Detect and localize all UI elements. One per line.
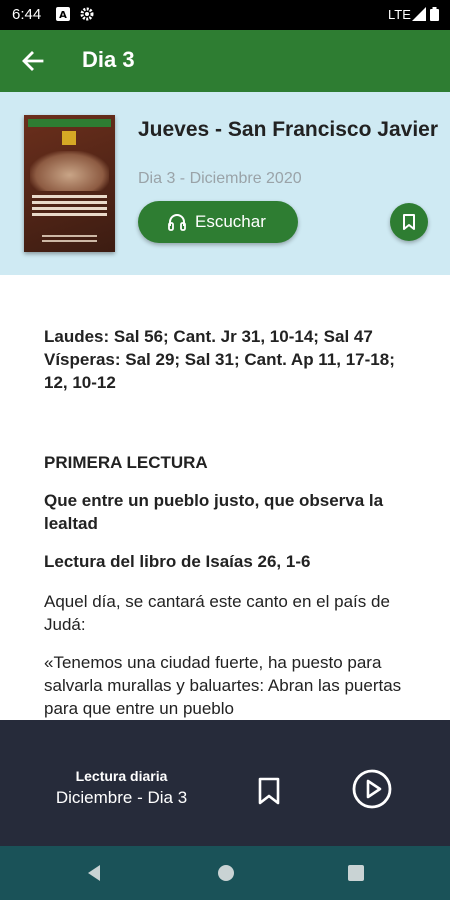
network-type: LTE [388, 7, 411, 22]
listen-button[interactable]: Escuchar [138, 201, 298, 243]
player-title: Lectura diaria [75, 768, 168, 784]
back-arrow-icon[interactable] [20, 48, 46, 74]
status-time: 6:44 [12, 6, 42, 23]
bookmark-icon[interactable] [256, 776, 282, 806]
settings-gear-icon [80, 7, 94, 21]
page-title: Dia 3 [82, 47, 135, 72]
system-nav-bar [0, 846, 450, 900]
bookmark-icon [403, 214, 415, 230]
nav-back-icon[interactable] [85, 863, 105, 883]
section-heading: PRIMERA LECTURA [44, 453, 208, 472]
nav-home-icon[interactable] [216, 863, 236, 883]
audio-player-bar: Lectura diaria Diciembre - Dia 3 [0, 720, 450, 846]
notification-a-icon: A [56, 7, 70, 21]
player-subtitle: Diciembre - Dia 3 [55, 788, 188, 807]
listen-label: Escuchar [195, 212, 266, 231]
reading-day-title: Jueves - San Francisco Javier [138, 118, 438, 141]
reading-content: Laudes: Sal 56; Cant. Jr 31, 10-14; Sal … [44, 275, 414, 720]
reading-source: Lectura del libro de Isaías 26, 1-6 [44, 552, 311, 571]
reading-paragraph: Aquel día, se cantará este canto en el p… [44, 592, 390, 634]
headphones-icon [168, 214, 186, 231]
signal-icon [412, 7, 426, 21]
reading-header: Jueves - San Francisco Javier Dia 3 - Di… [0, 92, 450, 275]
play-circle-icon[interactable] [352, 769, 392, 809]
battery-icon [430, 7, 439, 21]
status-bar: 6:44 A LTE [0, 0, 450, 30]
book-cover-image [24, 115, 115, 252]
bookmark-button[interactable] [390, 203, 428, 241]
svg-text:A: A [59, 10, 67, 21]
app-bar: Dia 3 [0, 30, 450, 92]
reading-paragraph: «Tenemos una ciudad fuerte, ha puesto pa… [44, 653, 402, 718]
psalms-text: Laudes: Sal 56; Cant. Jr 31, 10-14; Sal … [44, 327, 395, 392]
reading-title: Que entre un pueblo justo, que observa l… [44, 491, 384, 533]
nav-recents-icon[interactable] [346, 863, 366, 883]
reading-date: Dia 3 - Diciembre 2020 [138, 170, 302, 187]
